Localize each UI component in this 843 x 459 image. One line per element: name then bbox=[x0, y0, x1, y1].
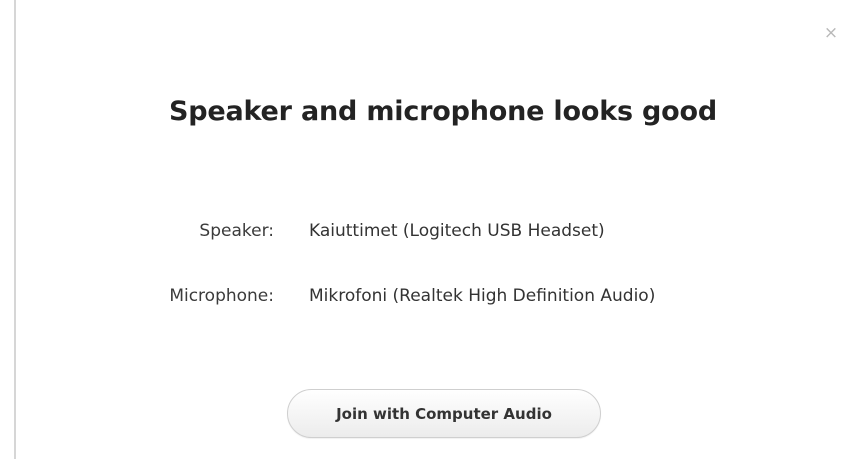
speaker-device: Kaiuttimet (Logitech USB Headset) bbox=[309, 221, 605, 241]
speaker-row: Speaker: Kaiuttimet (Logitech USB Headse… bbox=[0, 218, 843, 244]
microphone-device: Mikrofoni (Realtek High Definition Audio… bbox=[309, 286, 656, 306]
join-computer-audio-button[interactable]: Join with Computer Audio bbox=[287, 389, 601, 438]
audio-check-dialog: × Speaker and microphone looks good Spea… bbox=[0, 0, 843, 459]
speaker-label: Speaker: bbox=[199, 221, 274, 241]
microphone-label: Microphone: bbox=[169, 286, 274, 306]
close-icon[interactable]: × bbox=[823, 25, 839, 42]
microphone-row: Microphone: Mikrofoni (Realtek High Defi… bbox=[0, 283, 843, 309]
dialog-title: Speaker and microphone looks good bbox=[169, 96, 717, 127]
